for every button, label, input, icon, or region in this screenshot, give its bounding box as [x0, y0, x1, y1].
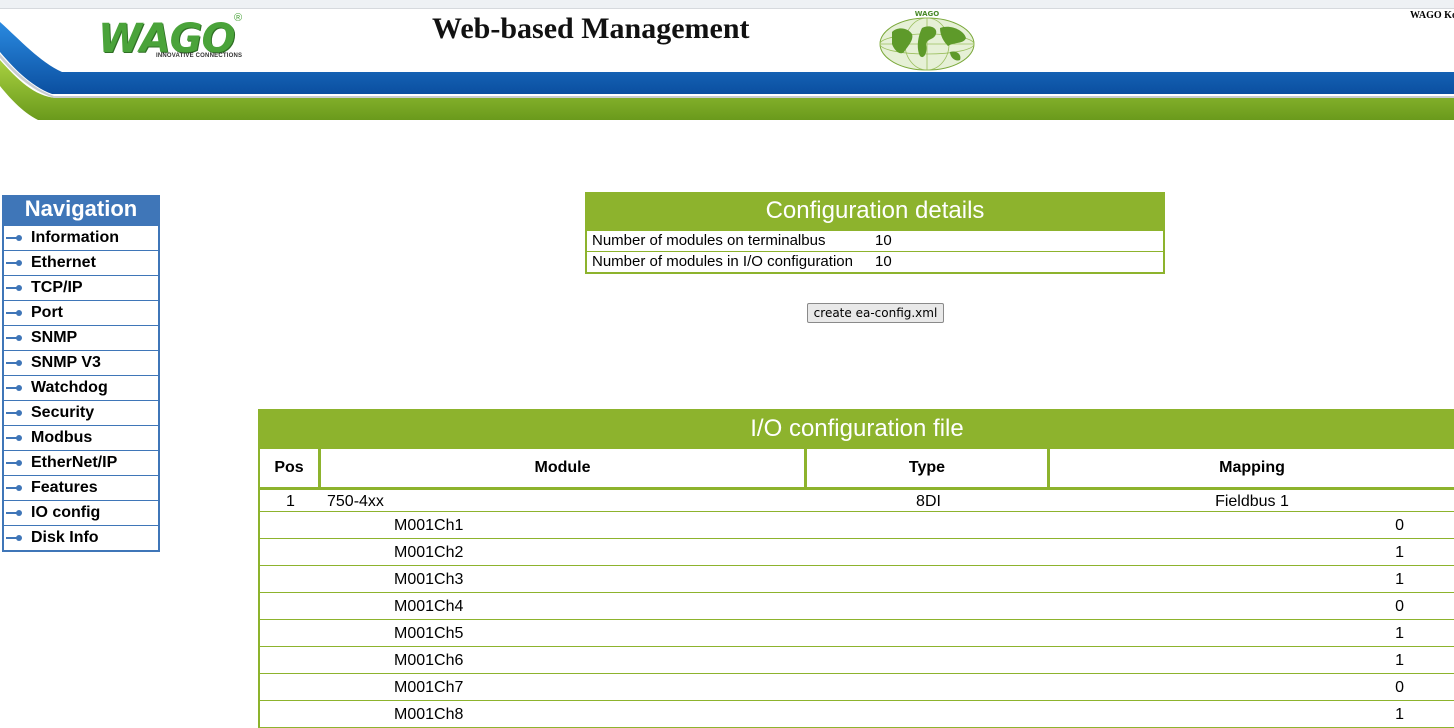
- io-configuration-title: I/O configuration file: [258, 409, 1454, 449]
- channel-value: 1: [1395, 706, 1404, 723]
- channel-value: 1: [1395, 571, 1404, 588]
- nav-item-security[interactable]: Security: [4, 400, 158, 425]
- nav-bullet-icon: [6, 410, 22, 416]
- nav-bullet-icon: [6, 535, 22, 541]
- column-header-module: Module: [321, 449, 807, 487]
- channel-value: 1: [1395, 625, 1404, 642]
- channel-name: M001Ch5: [394, 625, 464, 642]
- column-header-mapping: Mapping: [1219, 459, 1285, 476]
- channel-row: M001Ch2 1: [258, 539, 1454, 566]
- nav-item-label: Watchdog: [31, 379, 108, 396]
- nav-item-label: Features: [31, 479, 98, 496]
- nav-item-label: Port: [31, 304, 63, 321]
- channel-name: M001Ch1: [394, 517, 464, 534]
- column-header-type: Type: [807, 449, 1050, 487]
- page-header: WAGO ® INNOVATIVE CONNECTIONS Web-based …: [0, 0, 1454, 125]
- nav-item-label: SNMP: [31, 329, 78, 346]
- channel-name: M001Ch6: [394, 652, 464, 669]
- nav-item-snmp[interactable]: SNMP: [4, 325, 158, 350]
- nav-item-features[interactable]: Features: [4, 475, 158, 500]
- channel-name: M001Ch4: [394, 598, 464, 615]
- nav-item-information[interactable]: Information: [4, 225, 158, 250]
- nav-item-snmp-v3[interactable]: SNMP V3: [4, 350, 158, 375]
- channel-value: 0: [1395, 598, 1404, 615]
- navigation-panel: Navigation Information Ethernet TCP/IP P…: [2, 195, 160, 552]
- nav-item-io-config[interactable]: IO config: [4, 500, 158, 525]
- channel-value: 0: [1395, 679, 1404, 696]
- channel-name: M001Ch3: [394, 571, 464, 588]
- channel-row: M001Ch5 1: [258, 620, 1454, 647]
- nav-item-label: IO config: [31, 504, 101, 521]
- nav-item-label: Ethernet: [31, 254, 96, 271]
- channel-row: M001Ch7 0: [258, 674, 1454, 701]
- channel-row: M001Ch6 1: [258, 647, 1454, 674]
- nav-item-ethernet-ip[interactable]: EtherNet/IP: [4, 450, 158, 475]
- nav-bullet-icon: [6, 310, 22, 316]
- registered-mark: ®: [234, 12, 243, 24]
- header-corner-text: WAGO Ko: [1410, 10, 1454, 21]
- channel-row: M001Ch8 1: [258, 701, 1454, 728]
- config-row-label: Number of modules on terminalbus: [592, 232, 826, 249]
- nav-item-label: EtherNet/IP: [31, 454, 118, 471]
- wago-logo-tagline: INNOVATIVE CONNECTIONS: [156, 53, 243, 59]
- table-header-row: Pos Module Type Mapping: [258, 449, 1454, 490]
- nav-item-label: Modbus: [31, 429, 93, 446]
- configuration-details-box: Configuration details Number of modules …: [585, 192, 1165, 274]
- module-pos: 1: [286, 493, 295, 510]
- channel-name: M001Ch8: [394, 706, 464, 723]
- channel-name: M001Ch7: [394, 679, 464, 696]
- nav-bullet-icon: [6, 335, 22, 341]
- configuration-details-title: Configuration details: [587, 192, 1163, 230]
- nav-item-label: Security: [31, 404, 95, 421]
- nav-item-watchdog[interactable]: Watchdog: [4, 375, 158, 400]
- channel-row: M001Ch4 0: [258, 593, 1454, 620]
- globe-icon: WAGO: [879, 10, 975, 71]
- nav-bullet-icon: [6, 360, 22, 366]
- nav-item-modbus[interactable]: Modbus: [4, 425, 158, 450]
- config-row-value: 10: [875, 253, 892, 270]
- config-row-terminalbus: Number of modules on terminalbus 10: [587, 230, 1163, 251]
- channel-name: M001Ch2: [394, 544, 464, 561]
- config-row-label: Number of modules in I/O configuration: [592, 253, 853, 270]
- module-name: 750-4xx: [327, 493, 384, 510]
- module-mapping: Fieldbus 1: [1215, 493, 1289, 510]
- navigation-title: Navigation: [4, 195, 158, 225]
- nav-bullet-icon: [6, 435, 22, 441]
- channel-value: 1: [1395, 652, 1404, 669]
- io-configuration-table: I/O configuration file Pos Module Type M…: [258, 409, 1454, 728]
- nav-bullet-icon: [6, 260, 22, 266]
- globe-label: WAGO: [915, 10, 940, 18]
- config-row-io-configuration: Number of modules in I/O configuration 1…: [587, 251, 1163, 272]
- page-title: Web-based Management: [432, 12, 750, 45]
- nav-bullet-icon: [6, 285, 22, 291]
- nav-item-label: SNMP V3: [31, 354, 101, 371]
- config-row-value: 10: [875, 232, 892, 249]
- nav-item-disk-info[interactable]: Disk Info: [4, 525, 158, 550]
- nav-item-label: Disk Info: [31, 529, 99, 546]
- channel-value: 1: [1395, 544, 1404, 561]
- create-ea-config-button[interactable]: create ea-config.xml: [807, 303, 944, 323]
- nav-item-port[interactable]: Port: [4, 300, 158, 325]
- wago-logo[interactable]: WAGO ® INNOVATIVE CONNECTIONS: [98, 12, 248, 66]
- nav-bullet-icon: [6, 510, 22, 516]
- module-row: 1 750-4xx 8DI Fieldbus 1: [258, 490, 1454, 512]
- nav-item-tcpip[interactable]: TCP/IP: [4, 275, 158, 300]
- channel-value: 0: [1395, 517, 1404, 534]
- channel-row: M001Ch1 0: [258, 512, 1454, 539]
- nav-bullet-icon: [6, 385, 22, 391]
- nav-item-ethernet[interactable]: Ethernet: [4, 250, 158, 275]
- module-type: 8DI: [916, 493, 941, 510]
- nav-item-label: TCP/IP: [31, 279, 83, 296]
- column-header-pos: Pos: [260, 449, 321, 487]
- nav-bullet-icon: [6, 235, 22, 241]
- nav-bullet-icon: [6, 485, 22, 491]
- nav-bullet-icon: [6, 460, 22, 466]
- channel-row: M001Ch3 1: [258, 566, 1454, 593]
- nav-item-label: Information: [31, 229, 119, 246]
